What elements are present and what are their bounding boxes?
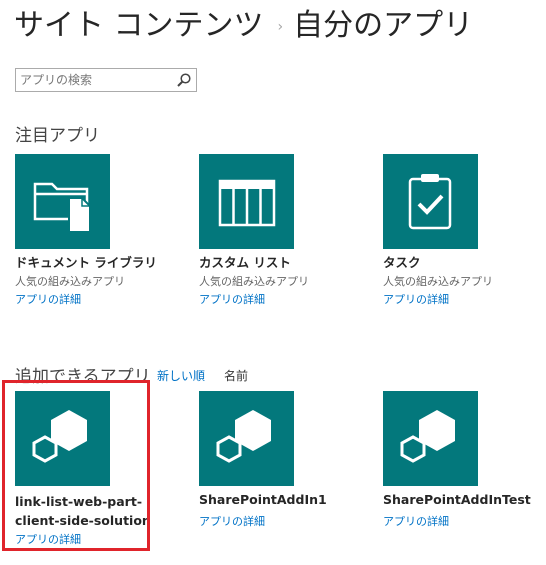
tasks-tile[interactable] <box>383 154 478 249</box>
app-tile[interactable] <box>199 391 294 486</box>
app-package-icon <box>400 410 455 463</box>
app-package-icon <box>216 410 271 463</box>
sort-name-link[interactable]: 名前 <box>224 367 248 384</box>
featured-apps-heading: 注目アプリ <box>15 126 100 146</box>
tasks-icon <box>408 174 452 230</box>
page-title: 自分のアプリ <box>293 8 474 43</box>
app-details-link[interactable]: アプリの詳細 <box>383 291 449 307</box>
app-subtitle: 人気の組み込みアプリ <box>15 275 125 288</box>
search-input[interactable] <box>20 72 170 88</box>
document-library-tile[interactable] <box>15 154 110 249</box>
app-details-link[interactable]: アプリの詳細 <box>383 513 449 529</box>
app-subtitle: 人気の組み込みアプリ <box>383 275 493 288</box>
custom-list-tile[interactable] <box>199 154 294 249</box>
app-subtitle: 人気の組み込みアプリ <box>199 275 309 288</box>
highlight-box <box>2 380 150 551</box>
app-name[interactable]: カスタム リスト <box>199 255 291 271</box>
app-search-box <box>15 68 197 92</box>
document-library-icon <box>33 182 91 233</box>
app-details-link[interactable]: アプリの詳細 <box>199 291 265 307</box>
app-tile[interactable] <box>383 391 478 486</box>
sort-newest-link[interactable]: 新しい順 <box>157 367 205 384</box>
breadcrumb: サイト コンテンツ › 自分のアプリ <box>14 0 474 44</box>
breadcrumb-site-contents[interactable]: サイト コンテンツ <box>14 0 264 44</box>
search-icon[interactable] <box>176 72 192 88</box>
app-name[interactable]: SharePointAddInTest <box>383 492 531 508</box>
app-details-link[interactable]: アプリの詳細 <box>199 513 265 529</box>
app-name[interactable]: SharePointAddIn1 <box>199 492 327 508</box>
app-name[interactable]: ドキュメント ライブラリ <box>15 255 157 271</box>
app-details-link[interactable]: アプリの詳細 <box>15 291 81 307</box>
custom-list-icon <box>218 179 276 227</box>
app-name[interactable]: タスク <box>383 255 421 271</box>
breadcrumb-separator-icon: › <box>277 19 284 35</box>
